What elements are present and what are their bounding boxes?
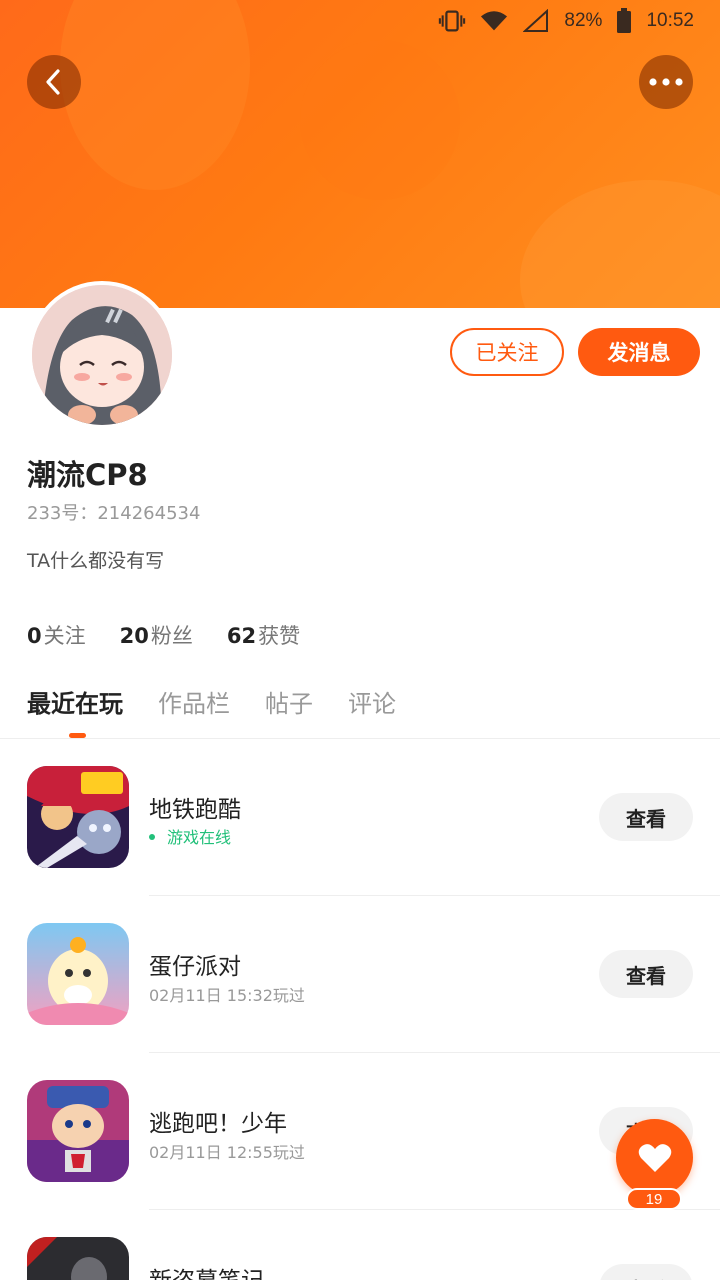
list-item[interactable]: 新盗墓笔记 查看: [0, 1210, 720, 1280]
game-icon: [27, 923, 129, 1025]
stat-label: 关注: [43, 624, 86, 648]
chevron-left-icon: [46, 69, 60, 95]
profile-stats: 0关注 20粉丝 62获赞: [27, 620, 300, 650]
tab-comments[interactable]: 评论: [348, 684, 396, 719]
back-button[interactable]: [27, 55, 81, 109]
username: 潮流CP8: [27, 458, 148, 492]
profile-banner: [0, 0, 720, 308]
profile-tabs: 最近在玩 作品栏 帖子 评论: [27, 684, 396, 719]
game-icon: [27, 1080, 129, 1182]
like-count-badge: 19: [626, 1188, 682, 1210]
stat-value: 62: [226, 624, 257, 648]
stat-fans[interactable]: 20粉丝: [120, 620, 193, 650]
online-dot: [149, 833, 155, 840]
avatar-image: [32, 285, 172, 425]
tab-recent-played[interactable]: 最近在玩: [27, 684, 123, 719]
more-options-button[interactable]: [639, 55, 693, 109]
view-button[interactable]: 查看: [599, 950, 693, 998]
user-bio: TA什么都没有写: [27, 550, 165, 572]
send-message-button[interactable]: 发消息: [578, 328, 700, 376]
stat-following[interactable]: 0关注: [27, 620, 86, 650]
view-button[interactable]: 查看: [599, 1264, 693, 1280]
heart-icon: [638, 1143, 671, 1172]
cell-signal-icon: [522, 8, 550, 34]
game-last-played: 02月11日 15:32玩过: [149, 986, 305, 1005]
list-item[interactable]: 逃跑吧！少年 02月11日 12:55玩过 查看: [0, 1053, 720, 1210]
banner-decoration: [300, 40, 460, 200]
banner-decoration: [520, 180, 720, 308]
game-title: 蛋仔派对: [149, 954, 241, 980]
following-button[interactable]: 已关注: [450, 328, 564, 376]
tab-posts[interactable]: 帖子: [265, 684, 313, 719]
tab-works[interactable]: 作品栏: [158, 684, 230, 719]
game-title: 地铁跑酷: [149, 797, 241, 823]
game-icon: [27, 766, 129, 868]
game-icon: [27, 1237, 129, 1280]
stat-label: 粉丝: [150, 624, 193, 648]
battery-percent: 82%: [564, 10, 603, 31]
game-last-played: 02月11日 12:55玩过: [149, 1143, 305, 1162]
wifi-icon: [480, 8, 508, 34]
list-item[interactable]: 地铁跑酷 游戏在线 查看: [0, 739, 720, 896]
like-button[interactable]: [616, 1119, 693, 1196]
stat-likes[interactable]: 62获赞: [227, 620, 300, 650]
list-item[interactable]: 蛋仔派对 02月11日 15:32玩过 查看: [0, 896, 720, 1053]
game-title: 新盗墓笔记: [149, 1261, 264, 1280]
stat-label: 获赞: [258, 624, 301, 648]
battery-icon: [616, 8, 632, 34]
game-status: 游戏在线: [149, 824, 231, 848]
status-bar: 82% 10:52: [0, 0, 720, 42]
more-dots-icon: [649, 78, 683, 86]
vibrate-icon: [438, 8, 466, 34]
game-title: 逃跑吧！少年: [149, 1111, 287, 1137]
view-button[interactable]: 查看: [599, 793, 693, 841]
clock: 10:52: [646, 10, 694, 31]
stat-value: 20: [119, 624, 149, 648]
stat-value: 0: [27, 624, 42, 648]
avatar[interactable]: [28, 281, 176, 429]
game-status-text: 游戏在线: [167, 828, 232, 847]
user-id: 233号：214264534: [27, 503, 201, 524]
